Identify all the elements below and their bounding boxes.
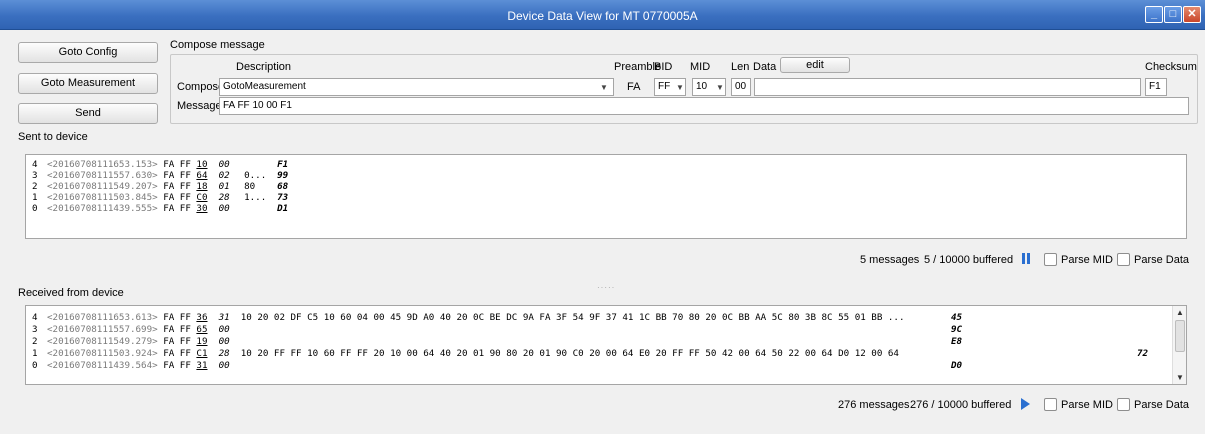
received-parse-data-label: Parse Data	[1134, 399, 1190, 411]
maximize-icon[interactable]: □	[1164, 6, 1182, 23]
sent-line[interactable]: 2 <20160708111549.207> FA FF 18 01 80 68	[32, 181, 288, 192]
received-parse-data-checkbox[interactable]	[1117, 398, 1130, 411]
received-parse-mid-label: Parse MID	[1061, 399, 1113, 411]
message-value: FA FF 10 00 F1	[223, 100, 292, 111]
description-header: Description	[236, 61, 292, 73]
received-line[interactable]: 0 <20160708111439.564> FA FF 31 00	[32, 360, 241, 371]
checksum-header: Checksum	[1145, 61, 1197, 73]
sent-buffered-count: 5 / 10000 buffered	[924, 254, 1014, 266]
bid-value: FF	[658, 81, 671, 92]
data-field[interactable]	[754, 78, 1141, 96]
description-value: GotoMeasurement	[223, 81, 306, 92]
len-header: Len	[731, 61, 750, 73]
minimize-icon[interactable]: _	[1145, 6, 1163, 23]
close-icon[interactable]: ✕	[1183, 6, 1201, 23]
data-header: Data	[753, 61, 777, 73]
sent-line[interactable]: 0 <20160708111439.555> FA FF 30 00 D1	[32, 203, 288, 214]
received-message-count: 276 messages	[838, 399, 910, 411]
received-checksum: E8	[951, 336, 963, 347]
sent-line[interactable]: 3 <20160708111557.630> FA FF 64 02 0... 99	[32, 170, 288, 181]
play-icon[interactable]	[1021, 398, 1030, 410]
splitter-handle[interactable]: ·····	[597, 283, 615, 292]
sent-message-count: 5 messages	[860, 254, 920, 266]
mid-header: MID	[690, 61, 711, 73]
compose-group-title: Compose message	[170, 39, 265, 51]
received-checksum: D0	[951, 360, 963, 371]
received-line[interactable]: 3 <20160708111557.699> FA FF 65 00	[32, 324, 241, 335]
sent-parse-mid-checkbox[interactable]	[1044, 253, 1057, 266]
mid-value: 10	[696, 81, 708, 92]
checksum-value: F1	[1149, 81, 1161, 92]
received-parse-mid-checkbox[interactable]	[1044, 398, 1057, 411]
device-data-view-window: Device Data View for MT 0770005A _ □ ✕ G…	[0, 0, 1205, 434]
received-checksum: 72	[1137, 348, 1149, 359]
sent-parse-data-checkbox[interactable]	[1117, 253, 1130, 266]
received-checksum: 45	[951, 312, 963, 323]
checksum-field[interactable]: F1	[1145, 78, 1167, 96]
description-dropdown-icon[interactable]: ▼	[600, 83, 608, 92]
description-select[interactable]: GotoMeasurement	[219, 78, 614, 96]
message-label: Message:	[177, 100, 225, 112]
sent-panel-title: Sent to device	[18, 131, 88, 143]
received-line[interactable]: 1 <20160708111503.924> FA FF C1 28 10 20 …	[32, 348, 899, 359]
edit-button[interactable]: edit	[780, 57, 850, 73]
scrollbar-thumb[interactable]	[1175, 320, 1185, 352]
preamble-value: FA	[627, 81, 641, 93]
received-log[interactable]: 4 <20160708111653.613> FA FF 36 31 10 20 …	[25, 305, 1187, 385]
received-buffered-count: 276 / 10000 buffered	[910, 399, 1012, 411]
sent-parse-data-label: Parse Data	[1134, 254, 1190, 266]
window-title: Device Data View for MT 0770005A	[507, 9, 698, 23]
sent-line[interactable]: 1 <20160708111503.845> FA FF C0 28 1... 73	[32, 192, 288, 203]
bid-header: BID	[654, 61, 673, 73]
goto-measurement-button[interactable]: Goto Measurement	[18, 73, 158, 94]
goto-config-button[interactable]: Goto Config	[18, 42, 158, 63]
pause-icon[interactable]	[1022, 253, 1030, 264]
message-field[interactable]: FA FF 10 00 F1	[219, 97, 1189, 115]
scroll-down-icon[interactable]: ▼	[1176, 373, 1184, 382]
sent-parse-mid-label: Parse MID	[1061, 254, 1113, 266]
len-value: 00	[735, 81, 747, 92]
received-line[interactable]: 4 <20160708111653.613> FA FF 36 31 10 20 …	[32, 312, 904, 323]
len-field[interactable]: 00	[731, 78, 751, 96]
received-line[interactable]: 2 <20160708111549.279> FA FF 19 00	[32, 336, 241, 347]
title-bar: Device Data View for MT 0770005A _ □ ✕	[0, 0, 1205, 30]
received-checksum: 9C	[951, 324, 963, 335]
mid-dropdown-icon[interactable]: ▼	[716, 83, 724, 92]
send-button[interactable]: Send	[18, 103, 158, 124]
received-scrollbar[interactable]: ▲ ▼	[1172, 306, 1186, 384]
received-panel-title: Received from device	[18, 287, 124, 299]
scroll-up-icon[interactable]: ▲	[1176, 308, 1184, 317]
sent-line[interactable]: 4 <20160708111653.153> FA FF 10 00 F1	[32, 159, 288, 170]
sent-log[interactable]: 4 <20160708111653.153> FA FF 10 00 F1 3 <2…	[25, 154, 1187, 239]
bid-dropdown-icon[interactable]: ▼	[676, 83, 684, 92]
